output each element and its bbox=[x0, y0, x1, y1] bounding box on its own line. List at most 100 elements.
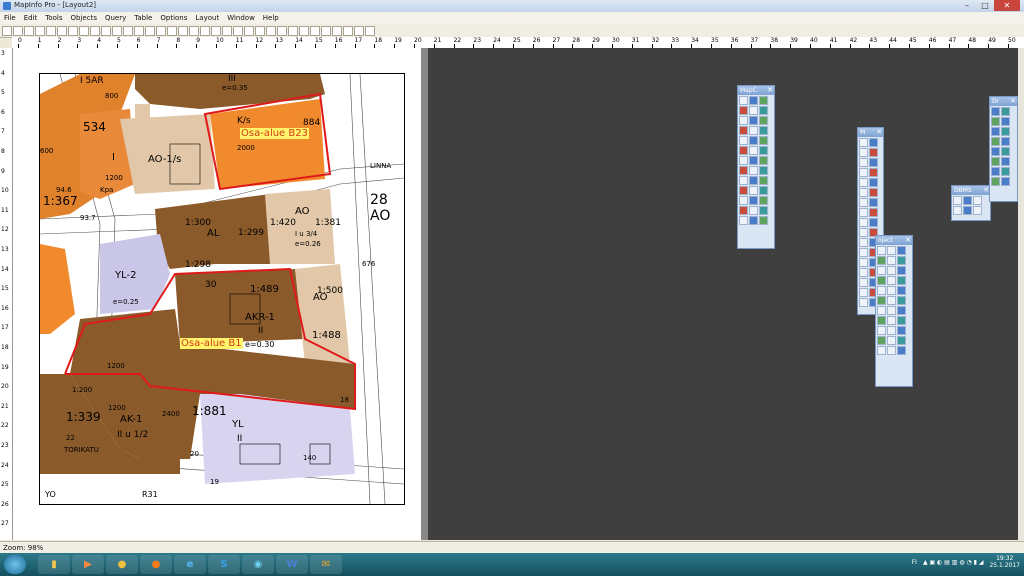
palette-tool-icon[interactable] bbox=[1001, 127, 1010, 136]
menu-query[interactable]: Query bbox=[101, 14, 130, 22]
objects-palette[interactable]: oject ✕ bbox=[875, 235, 913, 387]
palette-tool-icon[interactable] bbox=[897, 276, 906, 285]
ie-taskbar-icon[interactable]: e bbox=[174, 555, 206, 574]
palette-tool-icon[interactable] bbox=[953, 196, 962, 205]
palette-tool-icon[interactable] bbox=[991, 137, 1000, 146]
palette-tool-icon[interactable] bbox=[887, 246, 896, 255]
palette-tool-icon[interactable] bbox=[859, 198, 868, 207]
layout-workspace[interactable] bbox=[428, 48, 1018, 540]
palette-tool-icon[interactable] bbox=[859, 138, 868, 147]
toolbar-button-icon[interactable] bbox=[354, 26, 364, 36]
palette-tool-icon[interactable] bbox=[749, 96, 758, 105]
palette-tool-icon[interactable] bbox=[869, 168, 878, 177]
palette-close-icon[interactable]: ✕ bbox=[876, 128, 882, 137]
palette-tool-icon[interactable] bbox=[963, 196, 972, 205]
palette-tool-icon[interactable] bbox=[739, 126, 748, 135]
palette-tool-icon[interactable] bbox=[759, 116, 768, 125]
palette-tool-icon[interactable] bbox=[1001, 117, 1010, 126]
toolbar-button-icon[interactable] bbox=[277, 26, 287, 36]
palette-tool-icon[interactable] bbox=[897, 246, 906, 255]
palette-tool-icon[interactable] bbox=[887, 276, 896, 285]
palette-tool-icon[interactable] bbox=[887, 306, 896, 315]
palette-tool-icon[interactable] bbox=[859, 188, 868, 197]
skype-taskbar-icon[interactable]: S bbox=[208, 555, 240, 574]
toolbar-button-icon[interactable] bbox=[57, 26, 67, 36]
palette-tool-icon[interactable] bbox=[877, 316, 886, 325]
palette-tool-icon[interactable] bbox=[897, 336, 906, 345]
toolbar-button-icon[interactable] bbox=[13, 26, 23, 36]
palette-tool-icon[interactable] bbox=[1001, 157, 1010, 166]
palette-tool-icon[interactable] bbox=[869, 188, 878, 197]
palette-tool-icon[interactable] bbox=[887, 286, 896, 295]
palette-tool-icon[interactable] bbox=[739, 166, 748, 175]
toolbar-button-icon[interactable] bbox=[266, 26, 276, 36]
dbms-palette[interactable]: DBMS ✕ bbox=[951, 185, 991, 221]
palette-tool-icon[interactable] bbox=[759, 126, 768, 135]
vertical-scrollbar[interactable] bbox=[1018, 48, 1024, 540]
palette-tool-icon[interactable] bbox=[749, 116, 758, 125]
toolbar-button-icon[interactable] bbox=[2, 26, 12, 36]
toolbar-button-icon[interactable] bbox=[211, 26, 221, 36]
menu-tools[interactable]: Tools bbox=[41, 14, 66, 22]
palette-tool-icon[interactable] bbox=[953, 206, 962, 215]
toolbar-button-icon[interactable] bbox=[233, 26, 243, 36]
palette-tool-icon[interactable] bbox=[897, 346, 906, 355]
palette-close-icon[interactable]: ✕ bbox=[1010, 97, 1016, 106]
palette-tool-icon[interactable] bbox=[973, 206, 982, 215]
palette-tool-icon[interactable] bbox=[739, 186, 748, 195]
word-taskbar-icon[interactable]: W bbox=[276, 555, 308, 574]
palette-tool-icon[interactable] bbox=[887, 326, 896, 335]
palette-tool-icon[interactable] bbox=[749, 126, 758, 135]
toolbar-button-icon[interactable] bbox=[244, 26, 254, 36]
menu-table[interactable]: Table bbox=[130, 14, 156, 22]
palette-tool-icon[interactable] bbox=[859, 168, 868, 177]
palette-tool-icon[interactable] bbox=[859, 258, 868, 267]
toolbar-button-icon[interactable] bbox=[288, 26, 298, 36]
palette-tool-icon[interactable] bbox=[877, 266, 886, 275]
palette-tool-icon[interactable] bbox=[869, 178, 878, 187]
toolbar-button-icon[interactable] bbox=[145, 26, 155, 36]
palette-tool-icon[interactable] bbox=[887, 316, 896, 325]
palette-tool-icon[interactable] bbox=[739, 146, 748, 155]
minimize-button[interactable]: – bbox=[958, 0, 976, 11]
chrome-taskbar-icon[interactable]: ● bbox=[106, 555, 138, 574]
outlook-taskbar-icon[interactable]: ✉ bbox=[310, 555, 342, 574]
palette-tool-icon[interactable] bbox=[877, 306, 886, 315]
toolbar-button-icon[interactable] bbox=[255, 26, 265, 36]
palette-tool-icon[interactable] bbox=[739, 136, 748, 145]
toolbar-button-icon[interactable] bbox=[332, 26, 342, 36]
toolbar-button-icon[interactable] bbox=[299, 26, 309, 36]
palette-tool-icon[interactable] bbox=[897, 316, 906, 325]
palette-tool-icon[interactable] bbox=[739, 96, 748, 105]
palette-tool-icon[interactable] bbox=[877, 246, 886, 255]
toolbar-button-icon[interactable] bbox=[90, 26, 100, 36]
palette-tool-icon[interactable] bbox=[749, 166, 758, 175]
palette-tool-icon[interactable] bbox=[897, 256, 906, 265]
palette-tool-icon[interactable] bbox=[887, 266, 896, 275]
palette-tool-icon[interactable] bbox=[749, 156, 758, 165]
palette-tool-icon[interactable] bbox=[759, 96, 768, 105]
palette-tool-icon[interactable] bbox=[739, 156, 748, 165]
palette-tool-icon[interactable] bbox=[859, 178, 868, 187]
palette-tool-icon[interactable] bbox=[859, 228, 868, 237]
palette-tool-icon[interactable] bbox=[897, 306, 906, 315]
palette-tool-icon[interactable] bbox=[759, 166, 768, 175]
firefox-taskbar-icon[interactable]: ● bbox=[140, 555, 172, 574]
palette-tool-icon[interactable] bbox=[739, 196, 748, 205]
palette-tool-icon[interactable] bbox=[991, 157, 1000, 166]
palette-tool-icon[interactable] bbox=[991, 147, 1000, 156]
palette-tool-icon[interactable] bbox=[869, 208, 878, 217]
start-button[interactable] bbox=[4, 555, 26, 574]
palette-tool-icon[interactable] bbox=[739, 176, 748, 185]
palette-tool-icon[interactable] bbox=[759, 106, 768, 115]
palette-tool-icon[interactable] bbox=[877, 276, 886, 285]
toolbar-button-icon[interactable] bbox=[222, 26, 232, 36]
toolbar-button-icon[interactable] bbox=[79, 26, 89, 36]
palette-tool-icon[interactable] bbox=[877, 336, 886, 345]
palette-tool-icon[interactable] bbox=[859, 208, 868, 217]
palette-tool-icon[interactable] bbox=[739, 116, 748, 125]
palette-tool-icon[interactable] bbox=[749, 136, 758, 145]
palette-tool-icon[interactable] bbox=[991, 127, 1000, 136]
palette-tool-icon[interactable] bbox=[859, 148, 868, 157]
menu-help[interactable]: Help bbox=[259, 14, 283, 22]
